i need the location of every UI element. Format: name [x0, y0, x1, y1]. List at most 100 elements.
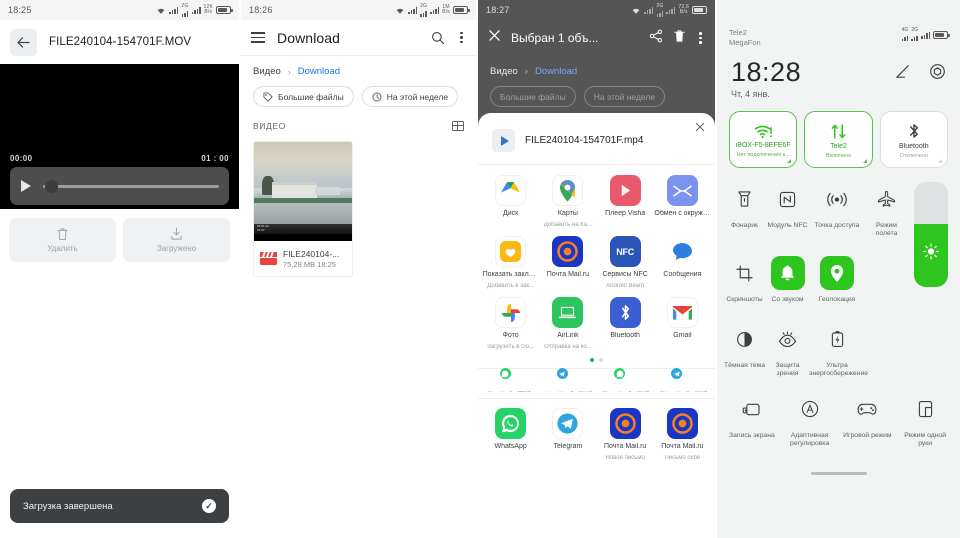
- tile-location[interactable]: Геолокация: [809, 256, 865, 304]
- tile-dark-theme[interactable]: Тёмная тема: [723, 322, 766, 378]
- contact-name-blurred: [656, 383, 708, 392]
- tile-game-mode[interactable]: Игровой режим: [839, 392, 897, 448]
- tile-eye-care[interactable]: Защита зрения: [766, 322, 809, 378]
- screenshot-icon: [728, 256, 762, 290]
- tile-sound[interactable]: Со звуком: [766, 256, 809, 304]
- downloaded-label: Загружено: [156, 244, 197, 253]
- tile-expand-corner[interactable]: [787, 159, 792, 163]
- arrow-left-icon: [17, 36, 30, 48]
- carrier-row: Tele2 MegaFon 4G 2G: [717, 22, 960, 47]
- app-label: Почта Mail.ru: [546, 271, 590, 278]
- player-controls[interactable]: [10, 167, 229, 205]
- hamburger-icon[interactable]: [251, 32, 265, 43]
- share-target-mailru[interactable]: Почта Mail.ru: [539, 236, 596, 290]
- share-target-bluetooth[interactable]: Bluetooth: [597, 297, 654, 351]
- kebab-menu-icon[interactable]: [457, 31, 466, 44]
- tile-expand-corner[interactable]: [862, 159, 867, 163]
- contact-item[interactable]: [539, 367, 596, 392]
- network-type-icon: 2G: [181, 3, 188, 17]
- panel-video-preview: 18:25 2G 12K B/s FILE240104-154701F.MOV 0…: [0, 0, 239, 538]
- clock-icon: [372, 92, 382, 101]
- chip-this-week[interactable]: На этой неделе: [583, 86, 666, 107]
- chip-large-files[interactable]: Большие файлы: [253, 86, 354, 107]
- tile-nfc[interactable]: Модуль NFC: [766, 182, 809, 238]
- kebab-menu-icon[interactable]: [696, 32, 705, 44]
- contact-share-row: [478, 367, 716, 392]
- brightness-slider[interactable]: [914, 182, 948, 287]
- contact-item[interactable]: [482, 367, 539, 392]
- play-icon[interactable]: [20, 179, 33, 193]
- chip-large-files[interactable]: Большие файлы: [490, 86, 576, 107]
- share-target-nfc[interactable]: NFC Сервисы NFC Android Beam: [597, 236, 654, 290]
- gamepad-icon: [850, 392, 884, 426]
- tile-screenshot[interactable]: Скриншоты: [723, 256, 766, 304]
- share-target-whatsapp[interactable]: WhatsApp: [482, 408, 539, 462]
- tile-screen-record[interactable]: Запись экрана: [723, 392, 781, 448]
- seek-bar[interactable]: [43, 179, 219, 193]
- page-dot-active[interactable]: [590, 358, 595, 362]
- tile-airplane-mode[interactable]: Режим полета: [865, 182, 908, 238]
- delete-button[interactable]: [673, 29, 686, 48]
- search-button[interactable]: [431, 31, 445, 45]
- section-header: ВИДЕО: [241, 107, 476, 137]
- status-icons: 2G 12K B/s: [156, 3, 233, 17]
- app-bar-3: Выбран 1 объ...: [478, 20, 716, 56]
- breadcrumb-root[interactable]: Видео: [490, 66, 518, 77]
- share-target-messages[interactable]: Сообщения: [654, 236, 711, 290]
- filter-chips: Большие файлы На этой неделе: [241, 77, 476, 107]
- breadcrumb-current[interactable]: Download: [535, 66, 577, 77]
- breadcrumb-current[interactable]: Download: [298, 66, 340, 77]
- sheet-close-button[interactable]: [695, 121, 705, 135]
- tile-hotspot[interactable]: Точка доступа: [809, 182, 865, 238]
- share-target-drive[interactable]: Диск: [482, 175, 539, 229]
- chip-label: Большие файлы: [500, 91, 566, 102]
- chevron-right-icon: ›: [287, 66, 291, 77]
- tile-brightness-spacer: [865, 256, 908, 304]
- edit-button[interactable]: [894, 63, 911, 85]
- share-target-bookmark[interactable]: Показать заклад... Добавить в зак...: [482, 236, 539, 290]
- file-card[interactable]: 04.01.24 15:47 FILE240104-... 75,28 MB 18…: [253, 141, 353, 277]
- share-target-photos[interactable]: Фото Загрузить в Go...: [482, 297, 539, 351]
- share-target-gmail[interactable]: Gmail: [654, 297, 711, 351]
- close-icon: [489, 30, 500, 41]
- page-dot[interactable]: [599, 358, 604, 362]
- tile-bluetooth[interactable]: Bluetooth Отключено: [879, 111, 948, 168]
- breadcrumb-root[interactable]: Видео: [253, 66, 281, 77]
- share-target-nearby[interactable]: Обмен с окруже...: [654, 175, 711, 229]
- tile-one-hand-mode[interactable]: Режим одной руки: [896, 392, 954, 448]
- tile-wifi[interactable]: iBOX-F5-8EFE6F Нет подключения к...: [729, 111, 798, 168]
- tile-flashlight[interactable]: Фонарик: [723, 182, 766, 238]
- data-rate-icon: 12K B/s: [203, 4, 213, 15]
- share-target-airlink[interactable]: AirLink Отправка на ко...: [539, 297, 596, 351]
- tile-mobile-data[interactable]: Tele2 Включено: [804, 111, 873, 168]
- edit-icon: [896, 65, 909, 78]
- clock-row: 18:28 Чт, 4 янв.: [717, 47, 960, 99]
- shared-file-name: FILE240104-154701F.mp4: [525, 135, 644, 146]
- delete-button[interactable]: Удалить: [9, 218, 116, 262]
- share-button[interactable]: [649, 29, 663, 48]
- tile-adaptive-brightness[interactable]: Адаптивная регулировка: [781, 392, 839, 448]
- tile-label: Геолокация: [818, 296, 856, 303]
- share-target-mailru-new[interactable]: Почта Mail.ru Новое письмо: [597, 408, 654, 462]
- share-target-mailru-self[interactable]: Почта Mail.ru Письмо себе: [654, 408, 711, 462]
- back-button[interactable]: [10, 28, 37, 56]
- tile-ultra-battery-saver[interactable]: Ультра энергосбережение: [809, 322, 868, 378]
- share-target-visha[interactable]: Плеер Visha: [597, 175, 654, 229]
- downloaded-button[interactable]: Загружено: [123, 218, 230, 262]
- seek-handle[interactable]: [44, 179, 58, 193]
- signal-bars-2-icon: [430, 6, 440, 14]
- settings-button[interactable]: [929, 63, 946, 85]
- home-indicator[interactable]: [810, 472, 867, 475]
- contact-item[interactable]: [654, 367, 711, 392]
- close-button[interactable]: [488, 29, 501, 47]
- wifi-icon: [396, 8, 404, 14]
- share-target-maps[interactable]: Карты Добавить на Ка...: [539, 175, 596, 229]
- screenshot-collage: 18:25 2G 12K B/s FILE240104-154701F.MOV 0…: [0, 0, 960, 538]
- contact-item[interactable]: [597, 367, 654, 392]
- tile-expand-corner[interactable]: [938, 159, 942, 163]
- list-view-icon[interactable]: [452, 121, 465, 131]
- chip-this-week[interactable]: На этой неделе: [361, 86, 459, 107]
- app-label: Сервисы NFC: [602, 271, 648, 278]
- video-player[interactable]: 00:00 01 : 00: [0, 64, 239, 209]
- share-target-telegram[interactable]: Telegram: [539, 408, 596, 462]
